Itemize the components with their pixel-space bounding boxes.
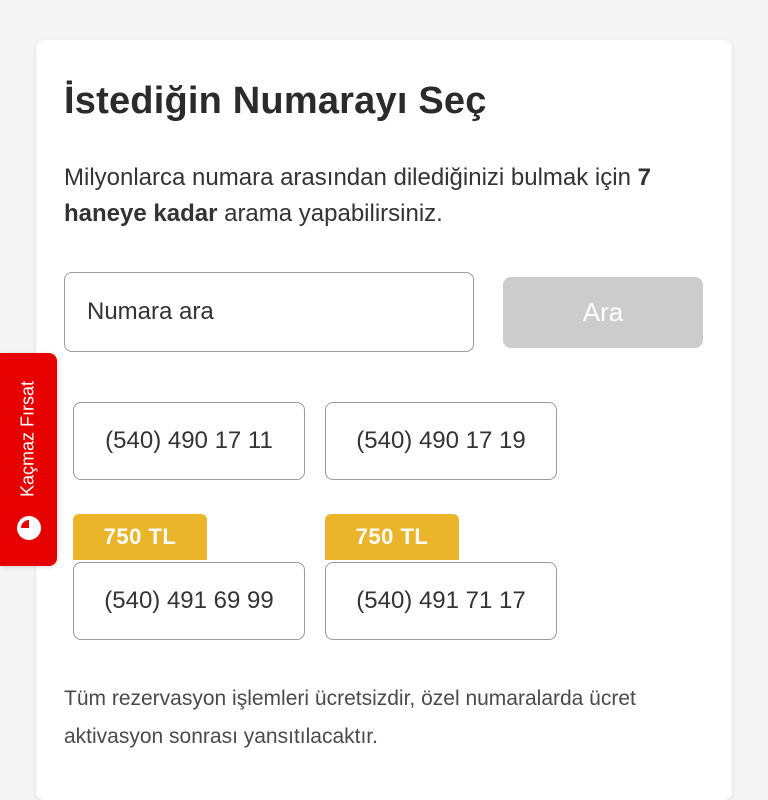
number-option[interactable]: (540) 491 69 99	[73, 562, 305, 640]
reservation-note: Tüm rezervasyon işlemleri ücretsizdir, ö…	[64, 687, 636, 748]
page-title: İstediğin Numarayı Seç	[64, 80, 487, 122]
special-offer-tab[interactable]: Kaçmaz Fırsat	[0, 353, 57, 566]
description: Milyonlarca numara arasından dilediğiniz…	[64, 160, 704, 232]
description-text: Milyonlarca numara arasından dilediğiniz…	[64, 164, 638, 191]
price-badge: 750 TL	[325, 514, 459, 560]
number-option[interactable]: (540) 491 71 17	[325, 562, 557, 640]
price-badge: 750 TL	[73, 514, 207, 560]
clock-icon	[17, 516, 41, 540]
special-offer-label: Kaçmaz Fırsat	[17, 380, 38, 498]
description-text-end: arama yapabilirsiniz.	[217, 200, 443, 227]
number-option[interactable]: (540) 490 17 19	[325, 402, 557, 480]
number-picker-card: İstediğin Numarayı Seç Milyonlarca numar…	[36, 40, 732, 800]
number-option[interactable]: (540) 490 17 11	[73, 402, 305, 480]
search-button[interactable]: Ara	[503, 277, 703, 348]
number-search-input[interactable]	[64, 272, 474, 352]
